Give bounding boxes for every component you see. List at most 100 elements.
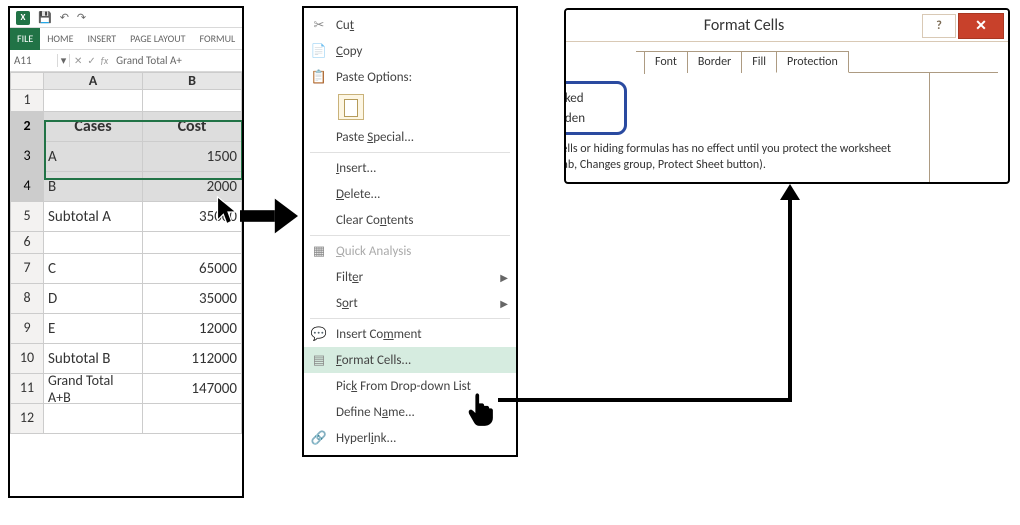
menu-paste-special[interactable]: Paste Special...	[304, 124, 516, 150]
dialog-title-bar[interactable]: Format Cells ? ✕	[566, 10, 1008, 42]
name-box-dropdown-icon[interactable]: ▾	[58, 54, 70, 67]
cell[interactable]: A	[44, 142, 143, 172]
row-header[interactable]: 6	[10, 232, 44, 254]
dialog-title: Format Cells	[566, 16, 922, 35]
menu-delete[interactable]: Delete...	[304, 181, 516, 207]
cell[interactable]: D	[44, 284, 143, 314]
cell[interactable]	[44, 232, 143, 254]
tab-protection[interactable]: Protection	[776, 51, 849, 73]
menu-cut[interactable]: ✂ Cut	[304, 12, 516, 38]
menu-label: Delete...	[336, 187, 380, 202]
protection-panel: Locked Hidden Locking cells or hiding fo…	[564, 73, 930, 184]
menu-clear-contents[interactable]: Clear Contents	[304, 207, 516, 233]
row-header[interactable]: 12	[10, 404, 44, 434]
cell[interactable]: Grand Total A+B	[44, 374, 143, 404]
cell[interactable]: 147000	[143, 374, 242, 404]
col-header-b[interactable]: B	[143, 72, 242, 90]
name-box[interactable]: A11	[10, 54, 58, 67]
cell[interactable]: 35000	[143, 202, 242, 232]
menu-paste-default[interactable]	[304, 90, 516, 124]
menu-label: Clear Contents	[336, 213, 413, 228]
cell[interactable]	[143, 232, 242, 254]
menu-label: Insert...	[336, 161, 376, 176]
cell[interactable]: 112000	[143, 344, 242, 374]
cell[interactable]: 2000	[143, 172, 242, 202]
worksheet-grid[interactable]: A B 1 2 Cases Cost 3 A 1500 4 B 2000	[10, 72, 242, 434]
menu-insert[interactable]: Insert...	[304, 155, 516, 181]
undo-icon[interactable]: ↶	[60, 11, 69, 24]
cell[interactable]: 35000	[143, 284, 242, 314]
table-row: 12	[10, 404, 242, 434]
locked-checkbox[interactable]: Locked	[564, 88, 616, 108]
table-row: 8 D 35000	[10, 284, 242, 314]
hyperlink-icon: 🔗	[310, 429, 328, 447]
menu-separator	[310, 318, 510, 319]
tab-file[interactable]: FILE	[10, 28, 40, 50]
dialog-tabs: Font Border Fill Protection	[644, 50, 998, 73]
tab-insert[interactable]: INSERT	[81, 28, 124, 50]
row-header[interactable]: 5	[10, 202, 44, 232]
row-header[interactable]: 9	[10, 314, 44, 344]
row-header[interactable]: 1	[10, 90, 44, 112]
formula-bar[interactable]: Grand Total A+	[112, 54, 186, 67]
cancel-icon[interactable]: ✕	[74, 54, 82, 67]
row-header[interactable]: 3	[10, 142, 44, 172]
close-button[interactable]: ✕	[958, 13, 1004, 39]
menu-label: Format Cells...	[336, 353, 411, 368]
row-header[interactable]: 8	[10, 284, 44, 314]
row-header[interactable]: 10	[10, 344, 44, 374]
menu-filter[interactable]: Filter ▶	[304, 264, 516, 290]
cell[interactable]: Cases	[44, 112, 143, 142]
col-header-a[interactable]: A	[44, 72, 143, 90]
cell[interactable]: Cost	[143, 112, 242, 142]
formula-buttons: ✕ ✓ fx	[70, 54, 112, 67]
tab-font[interactable]: Font	[644, 51, 688, 73]
tab-fill[interactable]: Fill	[741, 51, 777, 73]
menu-format-cells[interactable]: ▤ Format Cells...	[304, 347, 516, 373]
excel-icon: X	[16, 11, 30, 25]
hidden-checkbox[interactable]: Hidden	[564, 108, 616, 128]
menu-hyperlink[interactable]: 🔗 Hyperlink...	[304, 425, 516, 451]
checkbox-label: Hidden	[564, 111, 585, 126]
menu-insert-comment[interactable]: 💬 Insert Comment	[304, 321, 516, 347]
cell[interactable]: E	[44, 314, 143, 344]
redo-icon[interactable]: ↷	[77, 11, 86, 24]
tab-home[interactable]: HOME	[40, 28, 80, 50]
cell[interactable]: B	[44, 172, 143, 202]
cell[interactable]	[44, 404, 143, 434]
table-row: 10 Subtotal B 112000	[10, 344, 242, 374]
annotation-arrow-icon	[240, 198, 298, 234]
menu-separator	[310, 235, 510, 236]
row-header[interactable]: 4	[10, 172, 44, 202]
menu-copy[interactable]: 📄 Copy	[304, 38, 516, 64]
help-button[interactable]: ?	[922, 14, 956, 38]
cell[interactable]: C	[44, 254, 143, 284]
cell[interactable]: 65000	[143, 254, 242, 284]
row-header[interactable]: 7	[10, 254, 44, 284]
save-icon[interactable]: 💾	[38, 11, 52, 24]
tab-border[interactable]: Border	[687, 51, 742, 73]
cell[interactable]: 12000	[143, 314, 242, 344]
row-header[interactable]: 11	[10, 374, 44, 404]
chevron-right-icon: ▶	[500, 271, 508, 284]
menu-sort[interactable]: Sort ▶	[304, 290, 516, 316]
table-row: 1	[10, 90, 242, 112]
cell[interactable]: Subtotal B	[44, 344, 143, 374]
excel-window: X 💾 ↶ ↷ FILE HOME INSERT PAGE LAYOUT FOR…	[8, 6, 244, 498]
comment-icon: 💬	[310, 325, 328, 343]
select-all-button[interactable]	[10, 72, 44, 90]
table-row: 2 Cases Cost	[10, 112, 242, 142]
cell[interactable]	[143, 90, 242, 112]
fx-icon[interactable]: fx	[101, 54, 108, 67]
protection-help-text: Locking cells or hiding formulas has no …	[564, 141, 921, 173]
enter-icon[interactable]: ✓	[87, 54, 95, 67]
cell[interactable]	[44, 90, 143, 112]
tab-page-layout[interactable]: PAGE LAYOUT	[123, 28, 192, 50]
cell[interactable]: Subtotal A	[44, 202, 143, 232]
table-row: 9 E 12000	[10, 314, 242, 344]
row-header[interactable]: 2	[10, 112, 44, 142]
tab-formulas[interactable]: FORMUL	[192, 28, 242, 50]
cell[interactable]	[143, 404, 242, 434]
cell[interactable]: 1500	[143, 142, 242, 172]
menu-label: Filter	[336, 270, 363, 285]
